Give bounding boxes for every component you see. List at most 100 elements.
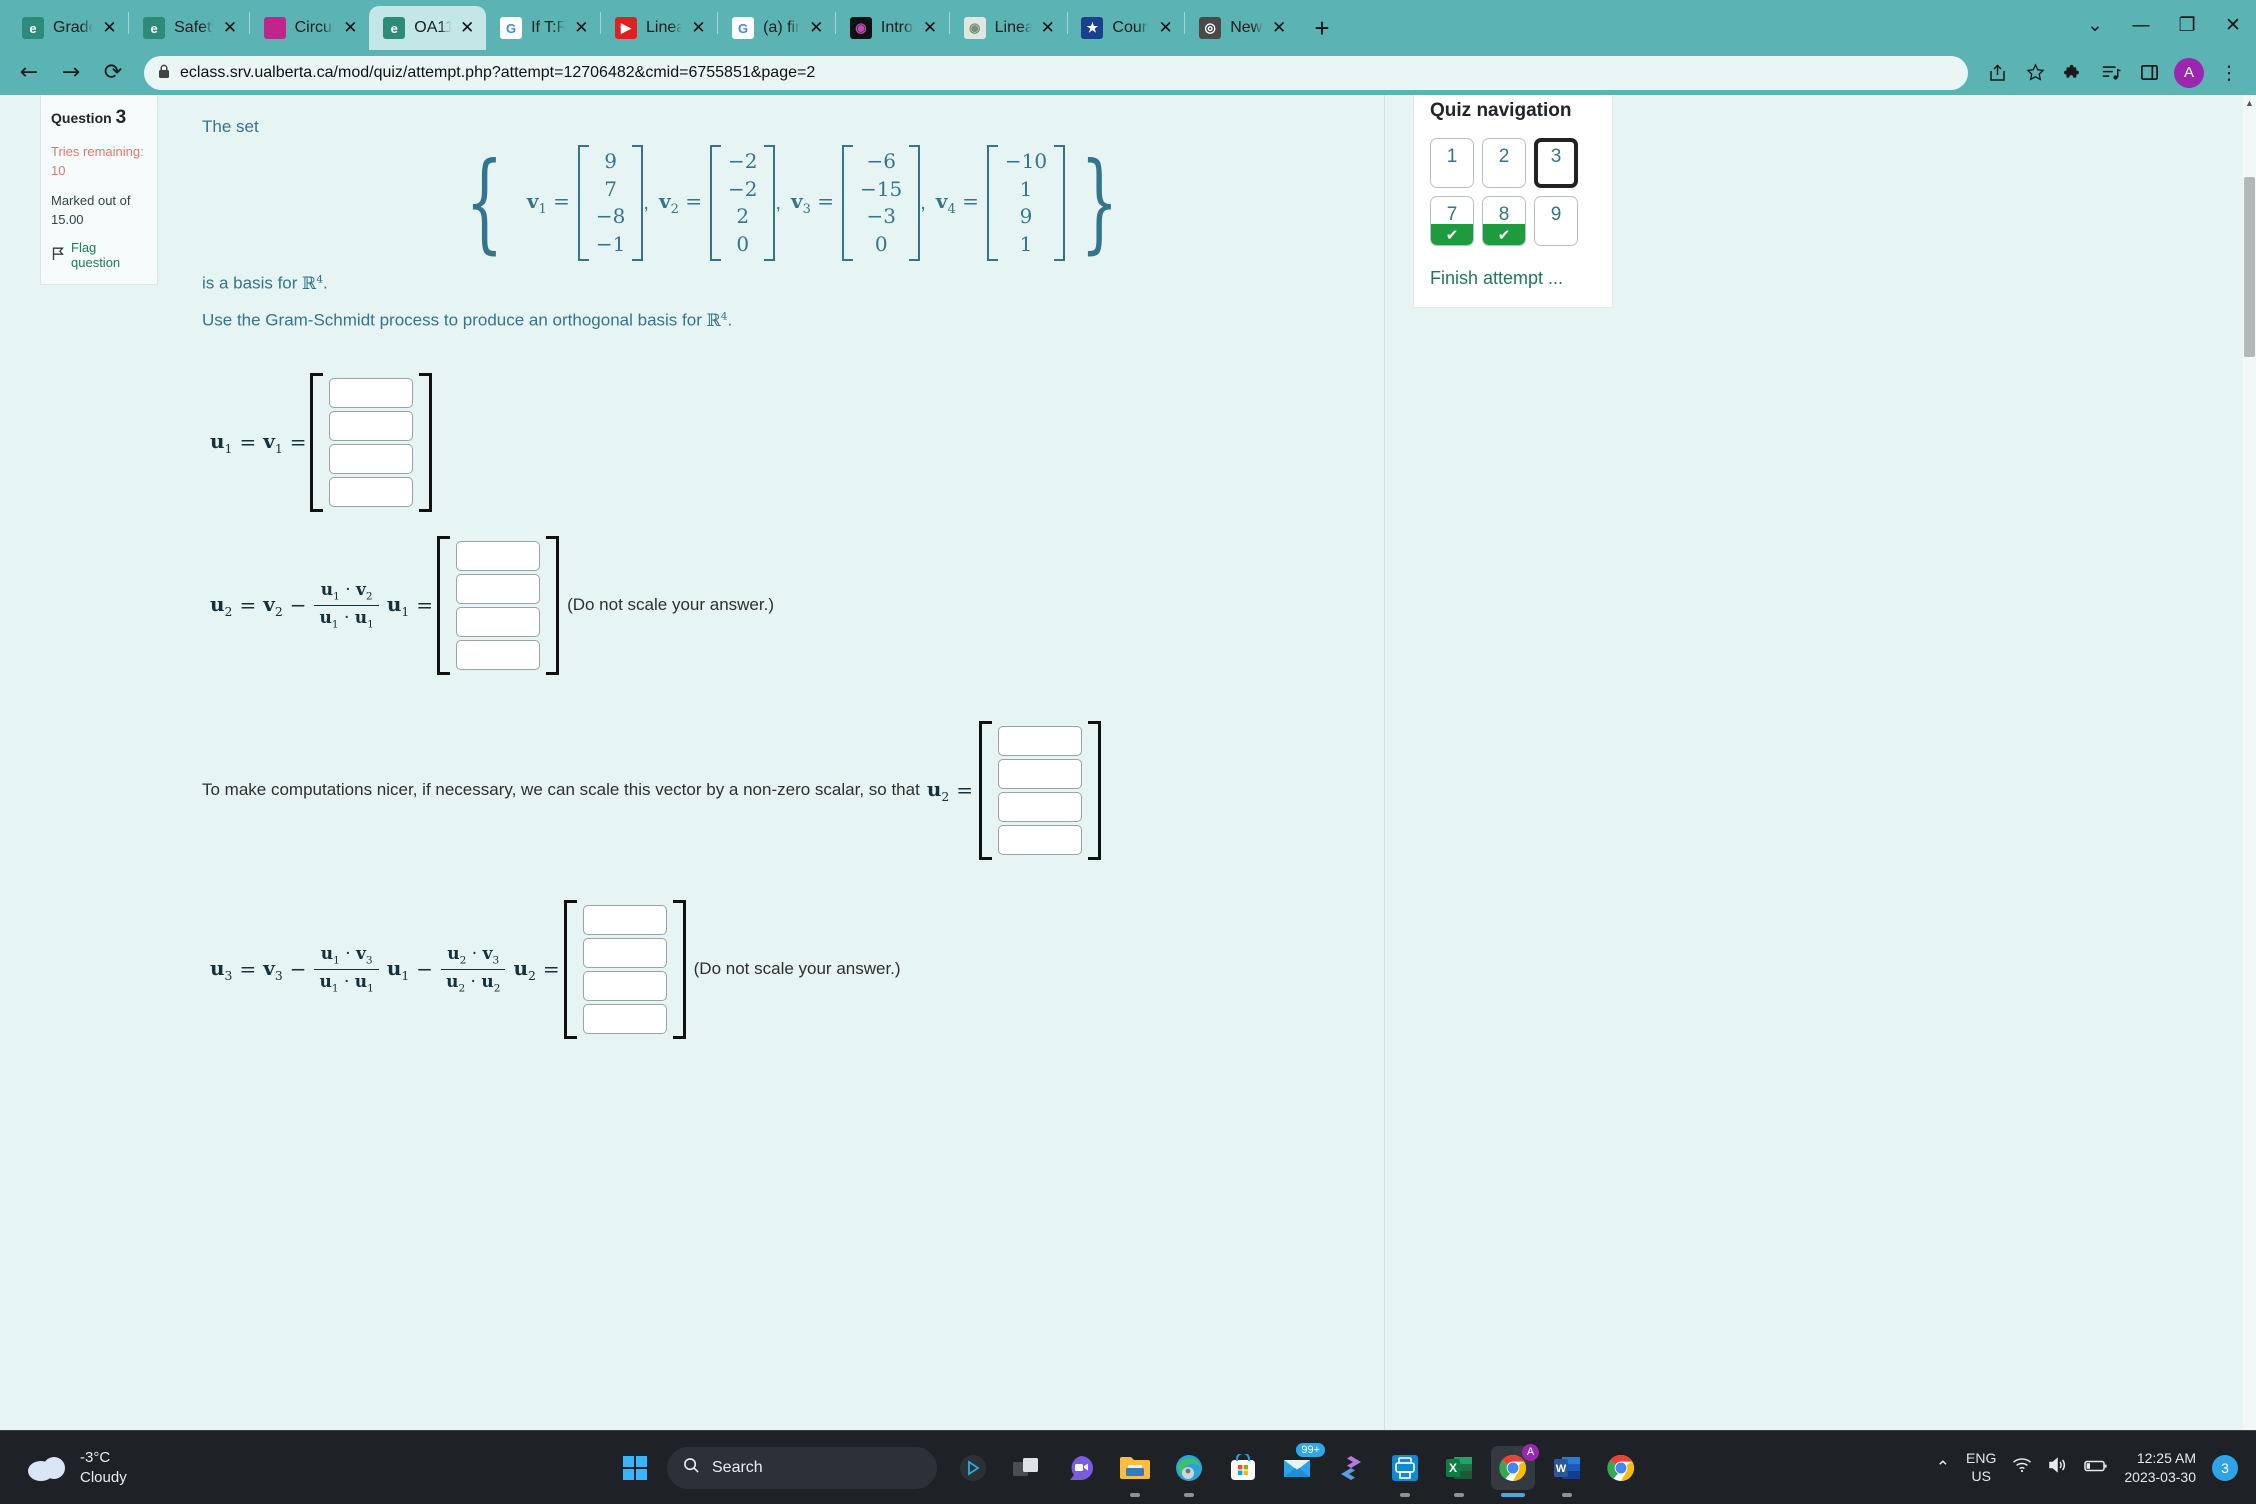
u2-input-2[interactable]: [456, 606, 541, 637]
notification-badge[interactable]: 3: [2212, 1454, 2238, 1481]
basis-statement-text: is a basis for: [202, 274, 298, 294]
back-button[interactable]: ←: [10, 54, 48, 92]
u2-scaled-input-0[interactable]: [998, 725, 1083, 756]
quiz-nav-button-2[interactable]: 2: [1482, 138, 1526, 188]
browser-tab[interactable]: G (a) find th ✕: [718, 6, 835, 50]
tab-close-icon[interactable]: ✕: [574, 19, 590, 37]
forward-button[interactable]: →: [52, 54, 90, 92]
page-scrollbar[interactable]: ▲: [2243, 95, 2256, 1430]
u1-input-3[interactable]: [329, 476, 414, 507]
u3-input-2[interactable]: [582, 970, 667, 1001]
microsoft-365-icon[interactable]: [1329, 1446, 1373, 1490]
address-bar[interactable]: eclass.srv.ualberta.ca/mod/quiz/attempt.…: [144, 55, 1968, 90]
u1-input-1[interactable]: [329, 410, 414, 441]
u2-scaled-input-3[interactable]: [998, 824, 1083, 855]
quiz-nav-button-3[interactable]: 3: [1534, 138, 1578, 188]
file-explorer-icon[interactable]: [1113, 1446, 1157, 1490]
u3-input-1[interactable]: [582, 937, 667, 968]
tab-close-icon[interactable]: ✕: [1041, 19, 1057, 37]
question-info-column: Question 3 Tries remaining: 10 Marked ou…: [40, 95, 158, 286]
vector-label-v3: v3 =: [791, 189, 835, 218]
weather-widget[interactable]: -3°C Cloudy: [0, 1448, 127, 1486]
tab-close-icon[interactable]: ✕: [460, 19, 476, 37]
extensions-puzzle-icon[interactable]: [2056, 56, 2090, 90]
tab-close-icon[interactable]: ✕: [223, 19, 239, 37]
share-icon[interactable]: [1980, 56, 2014, 90]
u1-input-0[interactable]: [329, 377, 414, 408]
scroll-up-arrow[interactable]: ▲: [2243, 95, 2256, 110]
quiz-nav-button-1[interactable]: 1: [1430, 138, 1474, 188]
maximize-button[interactable]: ❐: [2164, 6, 2210, 44]
microsoft-store-icon[interactable]: [1221, 1446, 1265, 1490]
new-tab-button[interactable]: +: [1304, 10, 1340, 46]
u2-input-0[interactable]: [456, 540, 541, 571]
browser-tab[interactable]: e Safety Qu ✕: [129, 6, 249, 50]
u3-input-3[interactable]: [582, 1003, 667, 1034]
scrollbar-thumb[interactable]: [2244, 177, 2255, 357]
reload-button[interactable]: ⟳: [94, 54, 132, 92]
vector-values: −10 1 9 1: [998, 145, 1054, 261]
tray-chevron-up-icon[interactable]: ⌃: [1936, 1458, 1950, 1478]
bracket-right: [1054, 145, 1066, 262]
taskbar-search-box[interactable]: Search: [667, 1446, 937, 1489]
quiz-nav-button-8[interactable]: 8 ✔: [1482, 196, 1526, 246]
vector-value: 9: [604, 149, 618, 173]
equals-sign: =: [239, 430, 257, 455]
browser-tab-active[interactable]: e OA11 (pa ✕: [369, 6, 487, 50]
start-button[interactable]: [613, 1446, 657, 1490]
quiz-nav-button-9[interactable]: 9: [1534, 196, 1578, 246]
quiz-nav-button-7[interactable]: 7 ✔: [1430, 196, 1474, 246]
u1-input-2[interactable]: [329, 443, 414, 474]
browser-tab[interactable]: e Grades: V ✕: [8, 6, 128, 50]
wifi-icon[interactable]: [2012, 1457, 2032, 1478]
browser-tab[interactable]: ◉ Linear tra ✕: [950, 6, 1067, 50]
mail-icon[interactable]: 99+: [1275, 1442, 1325, 1490]
volume-icon[interactable]: [2048, 1457, 2068, 1478]
tab-close-icon[interactable]: ✕: [923, 19, 939, 37]
browser-tab[interactable]: ▶ Linear Im ✕: [601, 6, 717, 50]
browser-menu-icon[interactable]: ⋮: [2212, 56, 2246, 90]
copilot-icon[interactable]: [951, 1446, 995, 1490]
tab-title: Safety Qu: [174, 19, 214, 36]
u2-scaled-input-2[interactable]: [998, 791, 1083, 822]
profile-avatar[interactable]: A: [2174, 57, 2204, 88]
google-chrome-icon[interactable]: A: [1491, 1443, 1539, 1490]
reading-list-icon[interactable]: [2094, 56, 2128, 90]
bookmark-star-icon[interactable]: [2018, 56, 2052, 90]
browser-tab[interactable]: Circular C ✕: [250, 6, 370, 50]
browser-chrome: e Grades: V ✕ e Safety Qu ✕ Circular C ✕ e OA11 (…: [0, 0, 2256, 95]
u2-input-3[interactable]: [456, 639, 541, 670]
vector-label-v4: v4 =: [935, 189, 979, 218]
tab-close-icon[interactable]: ✕: [1158, 19, 1174, 37]
browser-tab[interactable]: ★ Course H ✕: [1067, 6, 1184, 50]
question-info-box: Question 3 Tries remaining: 10 Marked ou…: [40, 95, 158, 286]
tab-close-icon[interactable]: ✕: [102, 19, 118, 37]
language-indicator[interactable]: ENG US: [1966, 1450, 1996, 1485]
chat-teams-icon[interactable]: [1059, 1446, 1103, 1490]
microsoft-edge-icon[interactable]: [1167, 1446, 1211, 1490]
excel-icon[interactable]: X: [1437, 1446, 1481, 1490]
u3-input-0[interactable]: [582, 904, 667, 935]
browser-tab[interactable]: ◎ New Tab ✕: [1185, 6, 1298, 50]
battery-icon[interactable]: [2084, 1458, 2108, 1478]
tab-close-icon[interactable]: ✕: [1272, 19, 1288, 37]
clock[interactable]: 12:25 AM 2023-03-30: [2124, 1449, 2196, 1485]
tab-close-icon[interactable]: ✕: [691, 19, 707, 37]
u2-scaled-input-1[interactable]: [998, 758, 1083, 789]
flag-question-button[interactable]: Flag question: [51, 240, 147, 270]
word-icon[interactable]: W: [1545, 1446, 1589, 1490]
browser-tab[interactable]: G If T:R109 ✕: [486, 6, 600, 50]
close-window-button[interactable]: ✕: [2210, 6, 2256, 44]
minimize-button[interactable]: —: [2118, 6, 2164, 44]
tab-close-icon[interactable]: ✕: [809, 19, 825, 37]
u2-input-1[interactable]: [456, 573, 541, 604]
task-view-icon[interactable]: [1005, 1446, 1049, 1490]
side-panel-icon[interactable]: [2132, 56, 2166, 90]
printer-icon[interactable]: [1383, 1446, 1427, 1490]
chrome-profile-icon[interactable]: [1599, 1446, 1643, 1490]
tab-close-icon[interactable]: ✕: [343, 19, 359, 37]
tab-search-chevron-icon[interactable]: ⌄: [2072, 6, 2118, 44]
browser-tab[interactable]: ◉ Introduct ✕: [836, 6, 949, 50]
youtube-icon: ▶: [614, 17, 637, 39]
finish-attempt-link[interactable]: Finish attempt ...: [1430, 268, 1596, 289]
